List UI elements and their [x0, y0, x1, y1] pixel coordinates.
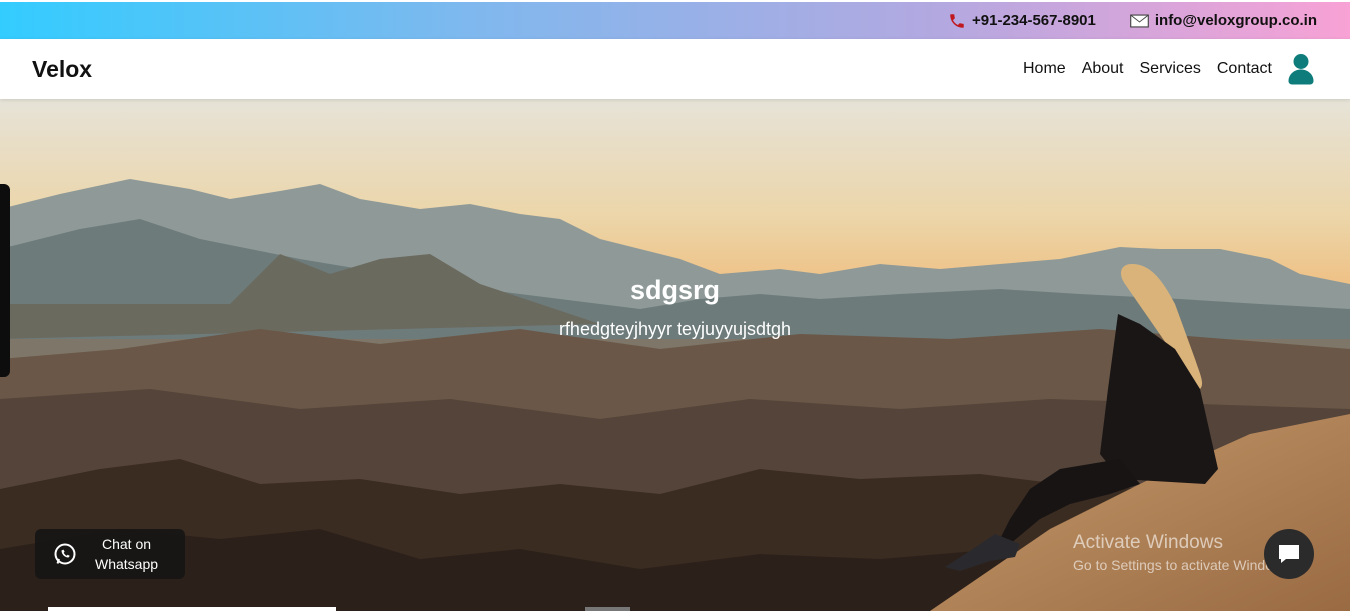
- phone-number: +91-234-567-8901: [972, 12, 1096, 29]
- scroll-indicator-secondary: [585, 607, 630, 611]
- hero-title: sdgsrg: [629, 275, 721, 305]
- whatsapp-label-line2: Whatsapp: [95, 556, 159, 572]
- whatsapp-label: Chat on Whatsapp: [95, 534, 158, 574]
- site-header: Velox Home About Services Contact: [0, 39, 1350, 99]
- nav-about[interactable]: About: [1082, 60, 1124, 78]
- whatsapp-icon: [54, 543, 76, 565]
- email-address: info@veloxgroup.co.in: [1154, 12, 1317, 29]
- nav-home[interactable]: Home: [1023, 60, 1066, 78]
- whatsapp-chat-button[interactable]: Chat on Whatsapp: [35, 529, 185, 579]
- side-drawer-tab[interactable]: [0, 184, 10, 377]
- user-account-button[interactable]: [1288, 53, 1314, 85]
- activate-windows-watermark: Activate Windows Go to Settings to activ…: [1073, 532, 1294, 573]
- phone-contact[interactable]: +91-234-567-8901: [948, 12, 1096, 30]
- top-contact-bar: +91-234-567-8901 info@veloxgroup.co.in: [0, 2, 1350, 39]
- nav-contact[interactable]: Contact: [1217, 60, 1272, 78]
- email-contact[interactable]: info@veloxgroup.co.in: [1130, 12, 1317, 29]
- mail-icon: [1130, 13, 1149, 28]
- whatsapp-label-line1: Chat on: [102, 536, 152, 552]
- scroll-indicator: [48, 607, 336, 611]
- watermark-title: Activate Windows: [1073, 532, 1223, 553]
- main-nav: Home About Services Contact: [1007, 53, 1314, 85]
- watermark-subtitle: Go to Settings to activate Windows.: [1073, 557, 1294, 573]
- nav-services[interactable]: Services: [1140, 60, 1201, 78]
- chat-button[interactable]: [1264, 529, 1314, 579]
- phone-icon: [950, 13, 964, 28]
- chat-bubble-icon: [1279, 545, 1299, 563]
- hero-subtitle: rfhedgteyjhyyr teyjuyyujsdtgh: [558, 319, 792, 339]
- site-logo[interactable]: Velox: [32, 56, 92, 83]
- user-icon: [1288, 54, 1314, 85]
